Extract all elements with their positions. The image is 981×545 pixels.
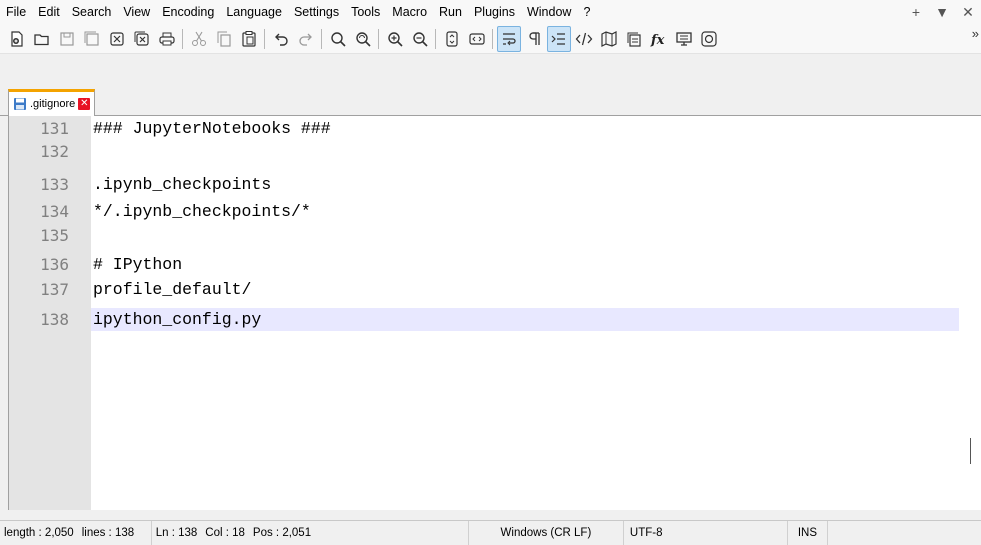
monitor-icon[interactable] — [672, 26, 696, 52]
redo-icon[interactable] — [294, 26, 318, 52]
function-list-icon[interactable]: fx — [647, 26, 671, 52]
map-icon[interactable] — [597, 26, 621, 52]
open-file-icon[interactable] — [30, 26, 54, 52]
line-number: 135 — [40, 226, 69, 245]
menu-search[interactable]: Search — [66, 0, 118, 24]
menu-settings[interactable]: Settings — [288, 0, 345, 24]
save-icon[interactable] — [55, 26, 79, 52]
saved-file-icon — [14, 98, 26, 110]
status-insert-mode[interactable]: INS — [788, 520, 828, 545]
line-text: .ipynb_checkpoints — [93, 175, 272, 194]
tab-list-dropdown-button[interactable]: ▼ — [929, 4, 955, 20]
zoom-out-icon[interactable] — [408, 26, 432, 52]
sync-horizontal-icon[interactable] — [465, 26, 489, 52]
menu-window[interactable]: Window — [521, 0, 577, 24]
editor-line[interactable]: 136 # IPython — [9, 253, 981, 276]
line-number: 131 — [40, 119, 69, 138]
line-text: ### JupyterNotebooks ### — [93, 119, 331, 138]
status-position: Pos : 2,051 — [249, 520, 469, 545]
status-line-number: Ln : 138 — [155, 526, 198, 539]
editor-line[interactable]: 135 — [9, 224, 981, 247]
line-number: 134 — [40, 202, 69, 221]
menu-bar: File Edit Search View Encoding Language … — [0, 0, 981, 24]
tab-close-icon[interactable]: ✕ — [78, 98, 91, 110]
menu-encoding[interactable]: Encoding — [156, 0, 220, 24]
editor[interactable]: 131 ### JupyterNotebooks ### 132 133 .ipyn… — [8, 116, 981, 510]
status-column: Col : 18 — [205, 526, 245, 539]
paste-icon[interactable] — [237, 26, 261, 52]
tab-bar: .gitignore ✕ — [0, 84, 981, 116]
print-icon[interactable] — [155, 26, 179, 52]
undo-icon[interactable] — [269, 26, 293, 52]
line-number: 138 — [40, 310, 69, 329]
close-icon[interactable] — [105, 26, 129, 52]
line-number: 136 — [40, 255, 69, 274]
replace-icon[interactable] — [351, 26, 375, 52]
editor-line[interactable]: 131 ### JupyterNotebooks ### — [9, 117, 981, 140]
status-eol-format[interactable]: Windows (CR LF) — [469, 520, 624, 545]
menu-view[interactable]: View — [117, 0, 156, 24]
toolbar-separator — [264, 28, 265, 49]
add-tab-button[interactable]: + — [903, 4, 929, 20]
copy-icon[interactable] — [212, 26, 236, 52]
line-number: 133 — [40, 175, 69, 194]
menu-plugins[interactable]: Plugins — [468, 0, 521, 24]
menu-file[interactable]: File — [0, 0, 32, 24]
tab-gitignore[interactable]: .gitignore ✕ — [8, 89, 96, 116]
menu-run[interactable]: Run — [433, 0, 468, 24]
status-encoding[interactable]: UTF-8 — [624, 520, 788, 545]
line-text: */.ipynb_checkpoints/* — [93, 202, 311, 221]
menu-help[interactable]: ? — [577, 0, 596, 24]
status-length: length : 2,050 — [4, 526, 74, 539]
editor-line[interactable]: 132 — [9, 140, 981, 163]
editor-line[interactable]: 137 profile_default/ — [9, 278, 981, 301]
toolbar-separator — [492, 28, 493, 49]
current-editor-line[interactable]: 138 ipython_config.py — [9, 308, 981, 331]
menu-edit[interactable]: Edit — [32, 0, 66, 24]
new-file-icon[interactable] — [5, 26, 29, 52]
find-icon[interactable] — [326, 26, 350, 52]
editor-line[interactable]: 133 .ipynb_checkpoints — [9, 173, 981, 196]
line-number: 132 — [40, 142, 69, 161]
toolbar-separator — [182, 28, 183, 49]
toolbar-separator — [435, 28, 436, 49]
line-text: # IPython — [93, 255, 183, 274]
toolbar: fx » — [0, 24, 981, 54]
cut-icon[interactable] — [187, 26, 211, 52]
menu-tools[interactable]: Tools — [345, 0, 386, 24]
close-all-icon[interactable] — [130, 26, 154, 52]
show-all-chars-icon[interactable] — [522, 26, 546, 52]
text-cursor — [970, 438, 971, 464]
status-lines: lines : 138 — [78, 520, 152, 545]
save-all-icon[interactable] — [80, 26, 104, 52]
indent-guide-icon[interactable] — [546, 25, 571, 52]
xml-icon[interactable] — [572, 26, 596, 52]
window-controls: + ▼ ✕ — [903, 0, 981, 24]
tab-label: .gitignore — [30, 98, 76, 110]
document-list-icon[interactable] — [622, 26, 646, 52]
menu-macro[interactable]: Macro — [386, 0, 433, 24]
record-icon[interactable] — [697, 26, 721, 52]
menu-language[interactable]: Language — [220, 0, 288, 24]
editor-line[interactable]: 134 */.ipynb_checkpoints/* — [9, 200, 981, 223]
line-number: 137 — [40, 280, 69, 299]
line-text: ipython_config.py — [93, 310, 262, 329]
status-bar: length : 2,050 lines : 138 Ln : 138 Col … — [0, 520, 981, 545]
word-wrap-icon[interactable] — [496, 25, 521, 52]
toolbar-separator — [321, 28, 322, 49]
sync-vertical-icon[interactable] — [440, 26, 464, 52]
toolbar-overflow-button[interactable]: » — [972, 26, 979, 41]
zoom-in-icon[interactable] — [383, 26, 407, 52]
svg-text:fx: fx — [650, 33, 665, 48]
close-document-button[interactable]: ✕ — [955, 4, 981, 21]
line-text: profile_default/ — [93, 280, 252, 299]
toolbar-separator — [378, 28, 379, 49]
